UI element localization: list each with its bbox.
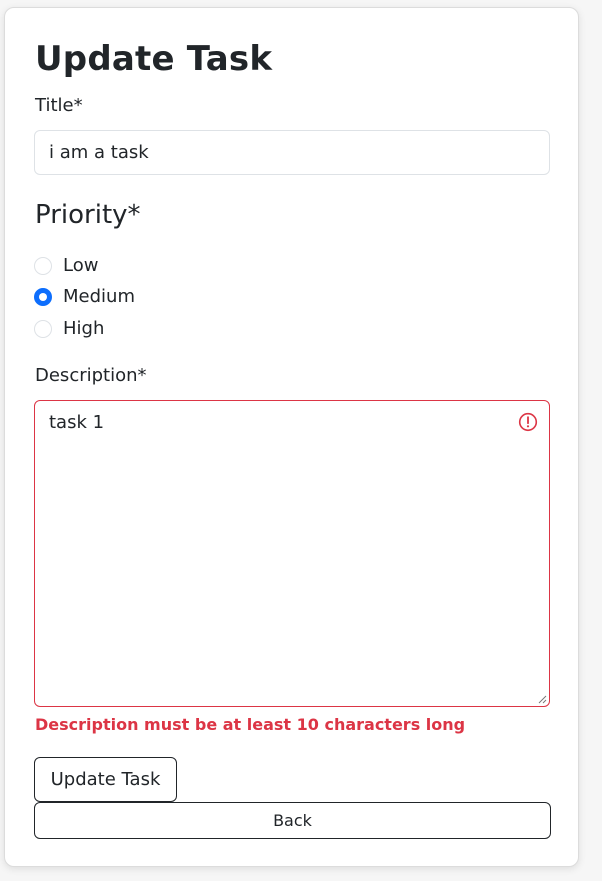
update-task-card: Update Task Title* Priority* Low Medium … bbox=[4, 7, 579, 867]
priority-heading: Priority* bbox=[35, 200, 141, 230]
title-input[interactable] bbox=[34, 130, 550, 175]
priority-label-high[interactable]: High bbox=[63, 317, 104, 341]
exclamation-circle-icon bbox=[518, 412, 538, 432]
back-button[interactable]: Back bbox=[34, 802, 551, 839]
page-title: Update Task bbox=[35, 39, 273, 79]
description-textarea[interactable]: task 1 bbox=[34, 400, 550, 707]
priority-option-high[interactable]: High bbox=[34, 313, 135, 345]
update-task-button[interactable]: Update Task bbox=[34, 757, 177, 802]
description-label: Description* bbox=[35, 365, 147, 386]
priority-radio-medium[interactable] bbox=[34, 288, 52, 307]
priority-label-low[interactable]: Low bbox=[63, 254, 98, 278]
priority-radio-group: Low Medium High bbox=[34, 250, 135, 345]
priority-radio-low[interactable] bbox=[34, 256, 52, 275]
description-text[interactable]: task 1 bbox=[49, 411, 104, 435]
resize-handle-icon[interactable] bbox=[537, 694, 547, 704]
priority-label-medium[interactable]: Medium bbox=[63, 285, 135, 309]
priority-option-medium[interactable]: Medium bbox=[34, 282, 135, 314]
priority-radio-high[interactable] bbox=[34, 319, 52, 338]
priority-option-low[interactable]: Low bbox=[34, 250, 135, 282]
title-label: Title* bbox=[35, 95, 83, 116]
description-error-message: Description must be at least 10 characte… bbox=[35, 715, 466, 734]
